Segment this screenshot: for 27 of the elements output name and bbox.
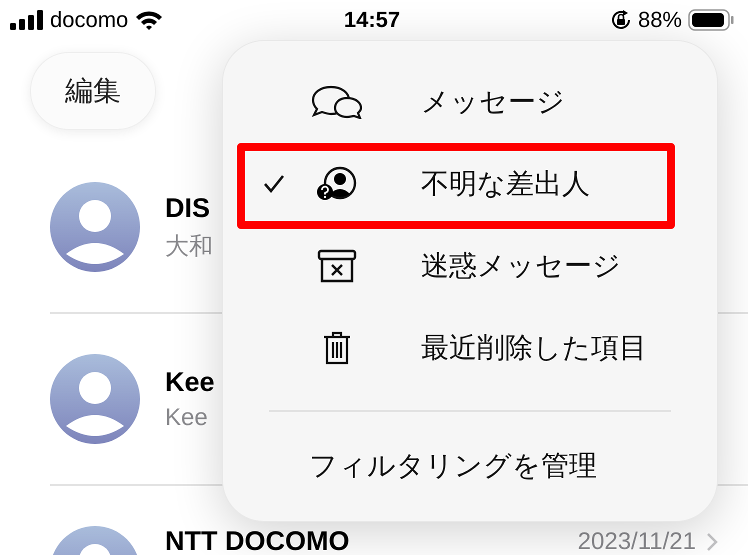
sender-name: Kee <box>165 366 215 398</box>
manage-filtering-button[interactable]: フィルタリングを管理 <box>223 412 717 522</box>
clock-time: 14:57 <box>344 7 400 33</box>
avatar-icon <box>50 354 140 444</box>
chat-bubbles-icon <box>311 85 363 120</box>
carrier-name: docomo <box>50 7 128 33</box>
message-date: 2023/11/21 <box>578 530 696 554</box>
battery-icon <box>688 9 734 31</box>
sender-name: NTT DOCOMO <box>165 528 350 555</box>
chevron-icon <box>706 532 718 552</box>
trash-icon <box>322 331 352 366</box>
menu-item[interactable]: メッセージ <box>223 61 717 144</box>
rotation-lock-icon <box>610 9 632 31</box>
unknown-person-icon <box>315 166 359 202</box>
signal-icon <box>10 10 44 30</box>
junk-bin-icon <box>317 249 357 284</box>
menu-item[interactable]: 迷惑メッセージ <box>223 225 717 308</box>
battery-percentage: 88% <box>638 7 682 33</box>
menu-item[interactable]: 不明な差出人 <box>223 143 717 226</box>
menu-item[interactable]: 最近削除した項目 <box>223 307 717 390</box>
message-preview: 大和 <box>165 232 214 262</box>
sender-name: DIS <box>165 192 210 224</box>
message-preview: Kee <box>165 404 209 432</box>
avatar-icon <box>50 182 140 272</box>
edit-button[interactable]: 編集 <box>30 52 156 130</box>
checkmark-icon <box>263 174 285 194</box>
wifi-icon <box>134 9 164 31</box>
